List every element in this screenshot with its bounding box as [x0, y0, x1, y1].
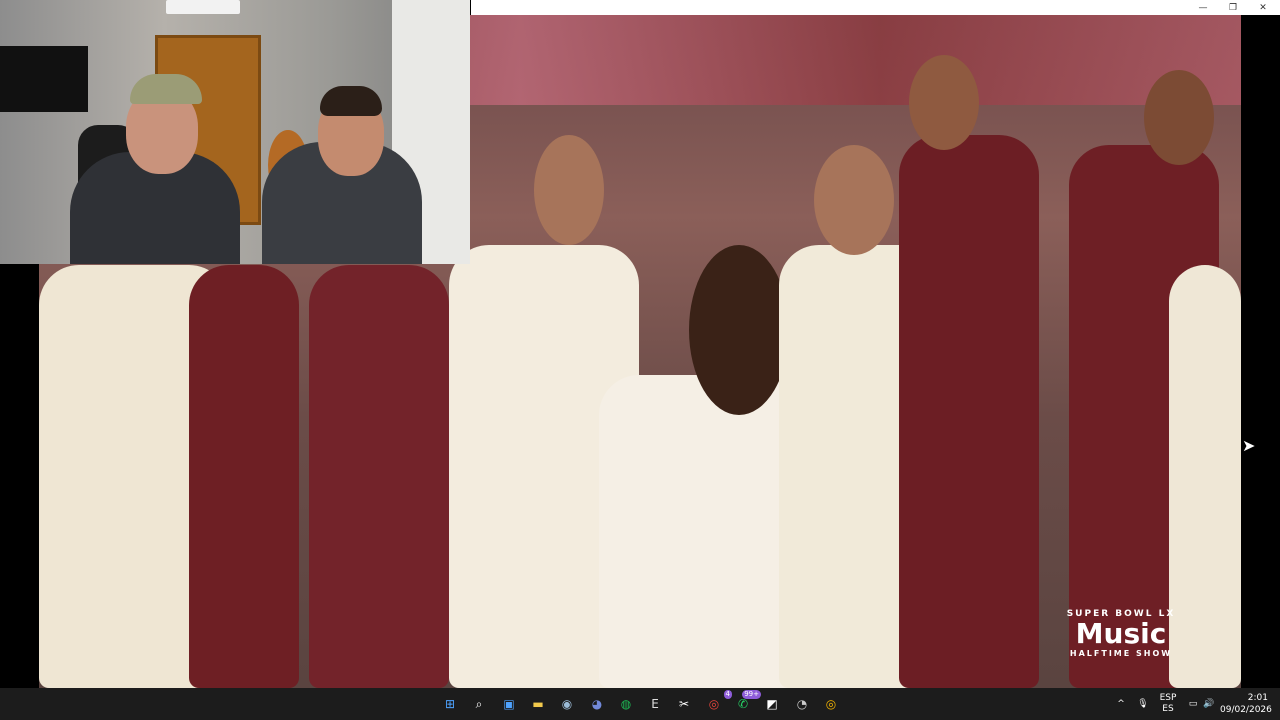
webcam-streamer-right-hair: [320, 86, 382, 116]
webcam-cap: [130, 74, 202, 104]
microphone-icon[interactable]: 🎙: [1136, 688, 1150, 720]
tray-overflow-chevron-icon[interactable]: ^: [1114, 688, 1128, 720]
mouse-cursor-icon: ➤: [1242, 436, 1256, 455]
video-band-member: [899, 135, 1039, 688]
windows-start-icon[interactable]: ⊞: [440, 694, 460, 714]
video-band-member-head: [1144, 70, 1214, 165]
language-bottom: ES: [1162, 704, 1174, 714]
snipping-tool-icon[interactable]: ◩: [762, 694, 782, 714]
badge-brand: Music: [1061, 619, 1181, 649]
discord-icon[interactable]: ◕: [587, 694, 607, 714]
whatsapp-icon[interactable]: ✆ 99+: [733, 690, 761, 714]
webcam-tv: [0, 46, 88, 112]
apple-music-halftime-badge: SUPER BOWL LX Music HALFTIME SHOW: [1061, 609, 1181, 658]
video-band-member-head: [909, 55, 979, 150]
search-icon[interactable]: ⌕: [469, 694, 489, 714]
video-bride-head: [689, 245, 789, 415]
minimize-button[interactable]: —: [1189, 0, 1217, 15]
obs-icon[interactable]: ◔: [792, 694, 812, 714]
epic-games-icon[interactable]: E: [645, 694, 665, 714]
spotify-icon[interactable]: ◍: [616, 694, 636, 714]
close-button[interactable]: ✕: [1249, 0, 1277, 15]
badge-bottom-text: HALFTIME SHOW: [1069, 649, 1173, 658]
file-explorer-icon[interactable]: ▬: [528, 694, 548, 714]
speaker-icon[interactable]: 🔊: [1202, 688, 1216, 720]
maximize-button[interactable]: ❐: [1219, 0, 1247, 15]
webcam-air-conditioner: [166, 0, 240, 14]
whatsapp-notification-badge: 99+: [742, 690, 761, 699]
clock-date: 09/02/2026: [1220, 705, 1272, 715]
webcam-overlay: [0, 0, 470, 264]
chrome-dev-icon[interactable]: ◎: [821, 694, 841, 714]
taskbar-clock[interactable]: 2:01 09/02/2026: [1220, 692, 1272, 716]
input-language-indicator[interactable]: ESP ES: [1156, 688, 1180, 720]
video-window-titlebar: — ❐ ✕: [471, 0, 1280, 15]
badge-brand-text: Music: [1075, 617, 1167, 650]
chrome-notification-badge: 4: [723, 690, 732, 699]
video-groomsman-head: [534, 135, 604, 245]
video-bride-dress: [599, 375, 799, 688]
steam-icon[interactable]: ◉: [557, 694, 577, 714]
chrome-icon[interactable]: ◎ 4: [704, 690, 732, 714]
capcut-icon[interactable]: ✂: [674, 694, 694, 714]
video-band-member: [189, 265, 299, 688]
language-top: ESP: [1159, 693, 1177, 703]
windows-taskbar: ⊞ ⌕ ▣ ▬ ◉ ◕ ◍ E ✂ ◎ 4 ✆ 99+ ◩ ◔ ◎ ^ 🎙 ESP ES ▭ 🔊 2:01 0…: [0, 688, 1280, 720]
clock-time: 2:01: [1247, 693, 1268, 703]
store-icon[interactable]: ▣: [499, 694, 519, 714]
video-groom-head: [814, 145, 894, 255]
video-band-member: [309, 265, 449, 688]
display-icon[interactable]: ▭: [1186, 688, 1200, 720]
